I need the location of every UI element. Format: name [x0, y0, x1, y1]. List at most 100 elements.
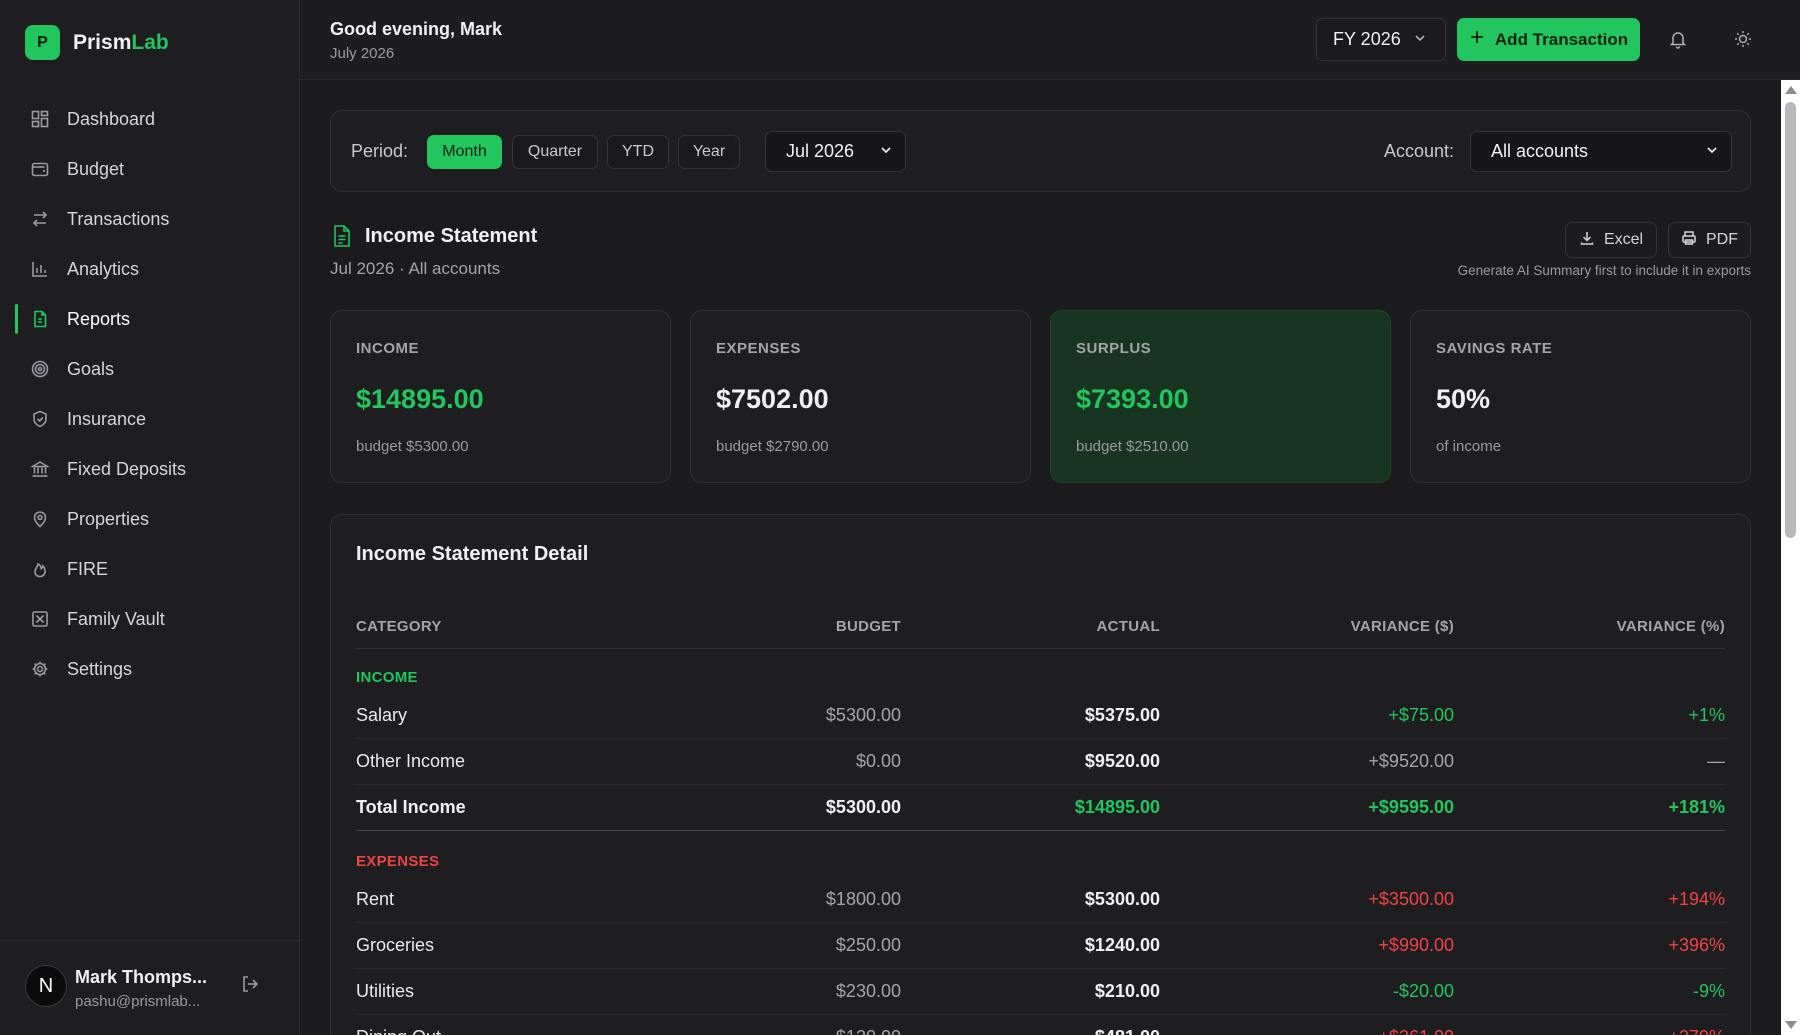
column-header-variance-percent: VARIANCE (%) — [1616, 618, 1725, 635]
report-title: Income Statement — [365, 225, 538, 247]
period-ytd-button[interactable]: YTD — [607, 135, 669, 169]
expenses-card: EXPENSES $7502.00 budget $2790.00 — [690, 310, 1031, 483]
sidebar-item-insurance[interactable]: Insurance — [0, 394, 300, 444]
sidebar-item-fire[interactable]: FIRE — [0, 544, 300, 594]
row-actual: $9520.00 — [1084, 751, 1160, 771]
export-pdf-label: PDF — [1706, 231, 1738, 248]
row-category: Salary — [356, 705, 408, 725]
chevron-down-icon — [1705, 141, 1719, 162]
export-pdf-button[interactable]: PDF — [1668, 222, 1751, 258]
sun-icon[interactable] — [1733, 29, 1753, 49]
dashboard-icon — [30, 109, 50, 129]
target-icon — [30, 359, 50, 379]
sidebar-item-label: Reports — [67, 308, 131, 329]
logout-icon[interactable] — [240, 974, 262, 996]
column-header-category: CATEGORY — [356, 618, 442, 635]
row-variance: -$20.00 — [1392, 981, 1454, 1001]
add-transaction-label: Add Transaction — [1494, 29, 1629, 49]
row-variance: +$3500.00 — [1368, 889, 1454, 909]
sidebar-item-dashboard[interactable]: Dashboard — [0, 94, 300, 144]
sidebar-item-properties[interactable]: Properties — [0, 494, 300, 544]
income-statement-detail: Income Statement Detail CATEGORY BUDGET … — [330, 514, 1751, 1035]
row-actual: $14895.00 — [1074, 797, 1160, 817]
fiscal-year-value: FY 2026 — [1333, 29, 1401, 49]
sidebar-item-goals[interactable]: Goals — [0, 344, 300, 394]
row-variance-percent: +194% — [1668, 889, 1725, 909]
top-header: Good evening, Mark July 2026 FY 2026 Add… — [301, 0, 1800, 80]
row-budget: $230.00 — [835, 981, 901, 1001]
page-scrollbar[interactable] — [1781, 80, 1800, 1035]
fiscal-year-select[interactable]: FY 2026 — [1316, 18, 1446, 61]
avatar[interactable]: N — [25, 965, 67, 1007]
total-income-row[interactable]: Total Income $5300.00 $14895.00 +$9595.0… — [356, 785, 1725, 831]
printer-icon — [1681, 230, 1697, 251]
brand-name: PrismLab — [73, 31, 169, 55]
scroll-down-arrow-icon[interactable] — [1785, 1021, 1797, 1029]
sidebar-item-reports[interactable]: Reports — [0, 294, 300, 344]
row-variance-percent: -9% — [1692, 981, 1725, 1001]
plus-icon — [1469, 29, 1485, 50]
sidebar-item-transactions[interactable]: Transactions — [0, 194, 300, 244]
row-category: Other Income — [356, 751, 466, 771]
row-variance-percent: +181% — [1668, 797, 1725, 817]
export-note: Generate AI Summary first to include it … — [1457, 263, 1751, 278]
income-section-label: INCOME — [356, 669, 418, 686]
chevron-down-icon — [879, 141, 893, 162]
row-variance-percent: — — [1707, 751, 1725, 771]
sidebar-item-label: Transactions — [67, 208, 170, 229]
period-select-value: Jul 2026 — [786, 141, 855, 161]
bell-icon[interactable] — [1668, 29, 1688, 49]
sidebar-item-budget[interactable]: Budget — [0, 144, 300, 194]
brand[interactable]: P PrismLab — [25, 25, 169, 60]
gear-icon — [30, 659, 50, 679]
account-select[interactable]: All accounts — [1470, 131, 1732, 172]
account-label: Account: — [1384, 141, 1455, 161]
expenses-section-label: EXPENSES — [356, 853, 440, 870]
sidebar-item-label: Family Vault — [67, 608, 165, 629]
period-month-button[interactable]: Month — [427, 135, 502, 169]
table-row[interactable]: Groceries $250.00 $1240.00 +$990.00 +396… — [356, 923, 1725, 969]
row-budget: $1800.00 — [825, 889, 901, 909]
flame-icon — [30, 559, 50, 579]
sidebar-item-label: Analytics — [67, 258, 140, 279]
row-actual: $5300.00 — [1084, 889, 1160, 909]
export-excel-label: Excel — [1603, 231, 1644, 248]
sidebar-item-fixed-deposits[interactable]: Fixed Deposits — [0, 444, 300, 494]
period-select[interactable]: Jul 2026 — [765, 131, 906, 172]
report-file-icon — [331, 224, 353, 248]
scroll-thumb[interactable] — [1785, 102, 1796, 538]
card-sub: budget $2510.00 — [1076, 438, 1189, 455]
surplus-card: SURPLUS $7393.00 budget $2510.00 — [1050, 310, 1391, 483]
row-variance-percent: +396% — [1668, 935, 1725, 955]
table-row[interactable]: Utilities $230.00 $210.00 -$20.00 -9% — [356, 969, 1725, 1015]
report-subtitle: Jul 2026 · All accounts — [330, 259, 501, 278]
table-row[interactable]: Rent $1800.00 $5300.00 +$3500.00 +194% — [356, 877, 1725, 923]
table-row[interactable]: Other Income $0.00 $9520.00 +$9520.00 — — [356, 739, 1725, 785]
greeting: Good evening, Mark — [330, 19, 503, 39]
add-transaction-button[interactable]: Add Transaction — [1457, 18, 1640, 61]
period-quarter-button[interactable]: Quarter — [512, 135, 598, 169]
export-excel-button[interactable]: Excel — [1565, 222, 1657, 258]
sidebar: P PrismLab Dashboard Budget Transactions… — [0, 0, 300, 1035]
row-variance: +$361.00 — [1378, 1027, 1454, 1035]
brand-logo: P — [25, 25, 60, 60]
row-budget: $5300.00 — [825, 797, 901, 817]
user-name: Mark Thomps... — [75, 967, 208, 987]
card-value: $14895.00 — [356, 384, 484, 414]
filter-bar: Period: Month Quarter YTD Year Jul 2026 … — [330, 110, 1751, 192]
table-row[interactable]: Dining Out $120.00 $481.00 +$361.00 +279… — [356, 1015, 1725, 1035]
row-category: Groceries — [356, 935, 435, 955]
scroll-up-arrow-icon[interactable] — [1785, 86, 1797, 94]
savings-rate-card: SAVINGS RATE 50% of income — [1410, 310, 1751, 483]
sidebar-item-analytics[interactable]: Analytics — [0, 244, 300, 294]
sidebar-item-label: Budget — [67, 158, 125, 179]
row-category: Rent — [356, 889, 395, 909]
card-sub: of income — [1436, 438, 1502, 455]
sidebar-item-settings[interactable]: Settings — [0, 644, 300, 694]
table-row[interactable]: Salary $5300.00 $5375.00 +$75.00 +1% — [356, 693, 1725, 739]
sidebar-nav: Dashboard Budget Transactions Analytics … — [0, 94, 300, 694]
row-actual: $1240.00 — [1084, 935, 1160, 955]
period-year-button[interactable]: Year — [678, 135, 740, 169]
row-budget: $250.00 — [835, 935, 901, 955]
sidebar-item-family-vault[interactable]: Family Vault — [0, 594, 300, 644]
